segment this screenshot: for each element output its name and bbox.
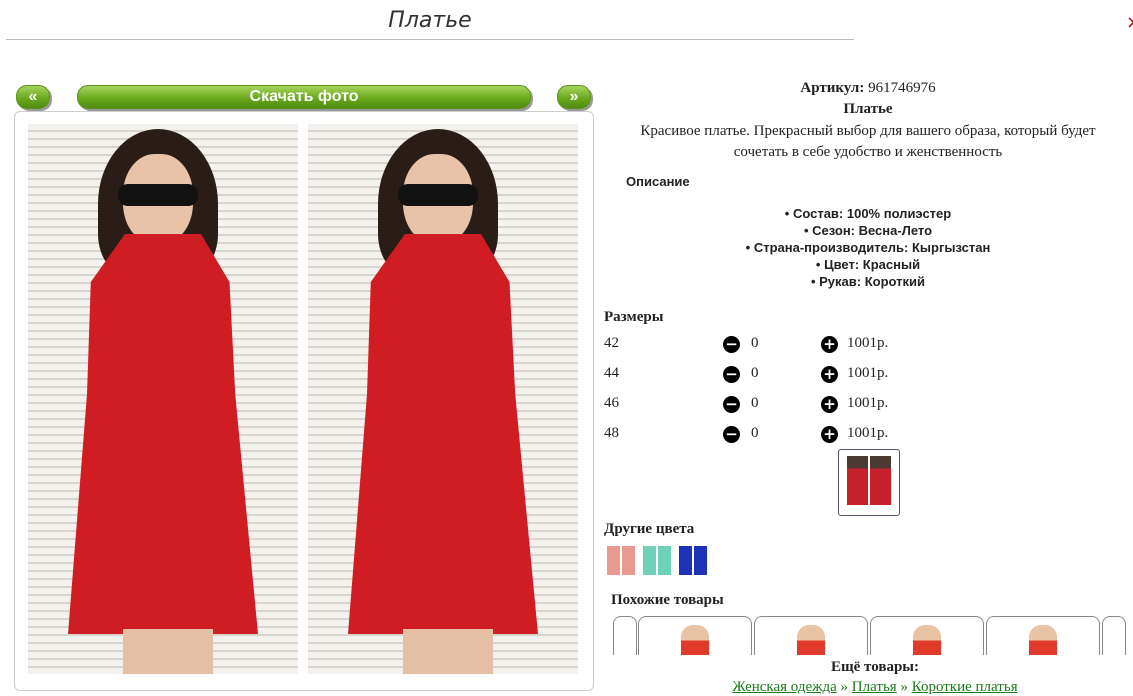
download-photo-button[interactable]: Скачать фото — [77, 85, 531, 109]
feature-item: Рукав: Короткий — [610, 273, 1126, 290]
size-row: 44 − 0 + 1001р. — [604, 365, 904, 385]
feature-list: Состав: 100% полиэстер Сезон: Весна-Лето… — [610, 205, 1126, 290]
product-photo-frame — [14, 111, 594, 691]
more-products-heading: Ещё товары: — [830, 659, 920, 675]
size-label: 46 — [604, 395, 619, 411]
size-qty: 0 — [751, 425, 759, 441]
feature-item: Состав: 100% полиэстер — [610, 205, 1126, 222]
close-icon[interactable]: × — [1126, 12, 1133, 33]
size-qty: 0 — [751, 365, 759, 381]
plus-icon[interactable]: + — [821, 426, 838, 443]
article-line: Артикул: 961746976 — [610, 80, 1126, 97]
other-colors-heading: Другие цвета — [604, 521, 695, 537]
product-photo-1 — [28, 124, 298, 674]
size-price: 1001р. — [847, 425, 889, 441]
color-swatch-mint[interactable] — [643, 546, 671, 575]
prev-photo-button[interactable]: « — [16, 85, 50, 109]
breadcrumb: Женская одежда » Платья » Короткие плать… — [732, 679, 1018, 695]
plus-icon[interactable]: + — [821, 336, 838, 353]
size-row: 48 − 0 + 1001р. — [604, 425, 904, 445]
title-divider — [6, 39, 854, 40]
feature-item: Сезон: Весна-Лето — [610, 222, 1126, 239]
minus-icon[interactable]: − — [723, 426, 740, 443]
page-title: Платье — [388, 8, 472, 33]
size-qty: 0 — [751, 335, 759, 351]
size-label: 48 — [604, 425, 619, 441]
article-value: 961746976 — [868, 80, 936, 96]
breadcrumb-link[interactable]: Женская одежда — [732, 679, 836, 695]
size-row: 42 − 0 + 1001р. — [604, 335, 904, 355]
size-price: 1001р. — [847, 395, 889, 411]
size-price: 1001р. — [847, 335, 889, 351]
sizes-heading: Размеры — [604, 309, 664, 325]
minus-icon[interactable]: − — [723, 396, 740, 413]
product-photo-2 — [308, 124, 578, 674]
size-qty: 0 — [751, 395, 759, 411]
color-swatch-pink[interactable] — [607, 546, 635, 575]
article-label: Артикул: — [800, 80, 865, 96]
product-description: Красивое платье. Прекрасный выбор для ва… — [640, 123, 1096, 160]
next-photo-button[interactable]: » — [557, 85, 591, 109]
size-price: 1001р. — [847, 365, 889, 381]
size-label: 42 — [604, 335, 619, 351]
similar-heading: Похожие товары — [611, 592, 724, 608]
feature-item: Страна-производитель: Кыргызстан — [610, 239, 1126, 256]
size-label: 44 — [604, 365, 619, 381]
minus-icon[interactable]: − — [723, 366, 740, 383]
minus-icon[interactable]: − — [723, 336, 740, 353]
plus-icon[interactable]: + — [821, 396, 838, 413]
photo-thumbnail[interactable] — [838, 449, 900, 516]
color-swatch-blue[interactable] — [679, 546, 707, 575]
product-name: Платье — [843, 101, 893, 117]
plus-icon[interactable]: + — [821, 366, 838, 383]
feature-item: Цвет: Красный — [610, 256, 1126, 273]
description-heading: Описание — [626, 174, 690, 189]
size-row: 46 − 0 + 1001р. — [604, 395, 904, 415]
breadcrumb-link[interactable]: Короткие платья — [912, 679, 1018, 695]
breadcrumb-link[interactable]: Платья — [852, 679, 897, 695]
